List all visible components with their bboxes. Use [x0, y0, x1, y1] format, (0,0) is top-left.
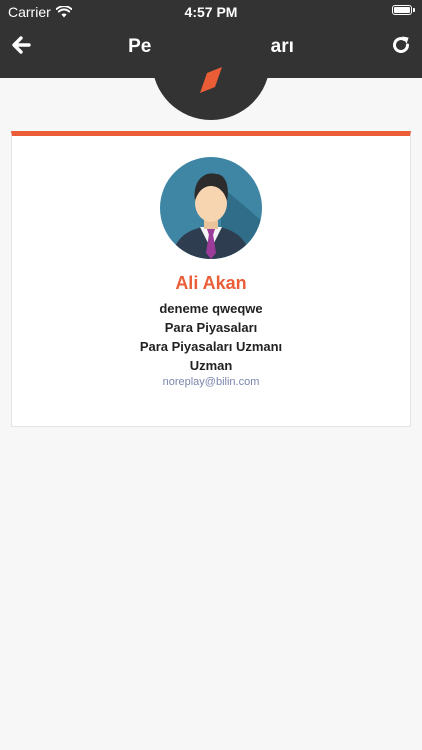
- refresh-button[interactable]: [390, 34, 412, 56]
- refresh-icon: [393, 36, 409, 53]
- battery-icon: [392, 5, 415, 15]
- position-level-text: Uzman: [189, 358, 233, 373]
- logo-mark-icon: [200, 67, 222, 93]
- department-text: Para Piyasaları: [164, 320, 258, 335]
- email-link[interactable]: noreplay@bilin.com: [12, 376, 410, 388]
- person-name: Ali Akan: [175, 273, 247, 293]
- app-logo: [152, 32, 270, 120]
- status-time: 4:57 PM: [184, 4, 238, 20]
- info-line-1: deneme qweqwe: [159, 301, 263, 316]
- avatar: [160, 157, 262, 259]
- job-title-text: Para Piyasaları Uzmanı: [139, 339, 283, 354]
- status-bar: Carrier 4:57 PM: [0, 0, 422, 22]
- profile-card: Ali Akan deneme qweqwe Para Piyasaları P…: [11, 131, 411, 427]
